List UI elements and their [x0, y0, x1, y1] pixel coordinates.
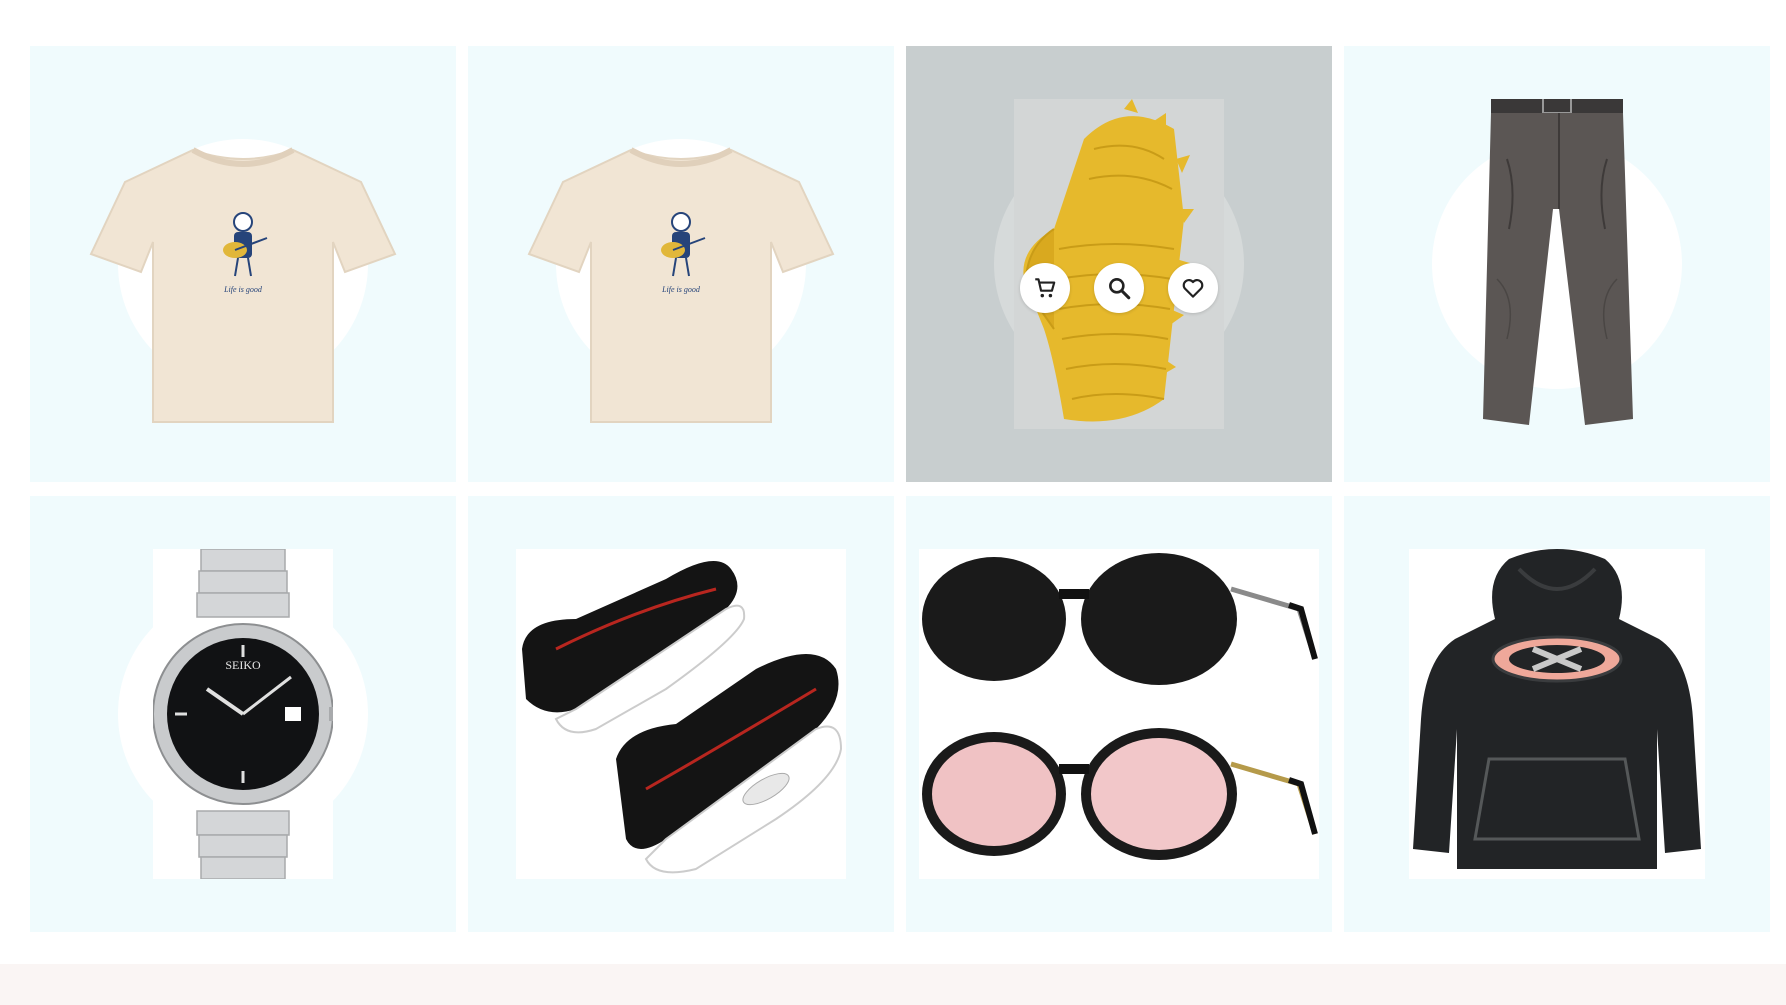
product-card-sunglasses[interactable] — [906, 496, 1332, 932]
heart-icon — [1182, 279, 1204, 298]
product-card-watch[interactable]: SEIKO — [30, 496, 456, 932]
product-card-sneakers[interactable] — [468, 496, 894, 932]
tshirt-image: Life is good — [89, 147, 397, 423]
quick-view-button[interactable] — [1094, 263, 1144, 313]
watch-image: SEIKO — [153, 549, 333, 879]
product-card-tshirt-2[interactable]: Life is good — [468, 46, 894, 482]
hoodie-image — [1409, 549, 1705, 879]
product-card-puffer-jacket[interactable] — [906, 46, 1332, 482]
sunglasses-image — [919, 549, 1319, 879]
product-card-pants[interactable] — [1344, 46, 1770, 482]
product-grid: Life is good Life is good SEIKO — [30, 46, 1772, 932]
tshirt-image: Life is good — [527, 147, 835, 423]
product-card-hoodie[interactable] — [1344, 496, 1770, 932]
search-icon — [1109, 278, 1131, 300]
sneakers-image — [516, 549, 846, 879]
shirt-print-text: Life is good — [223, 285, 263, 294]
add-to-cart-button[interactable] — [1020, 263, 1070, 313]
cart-icon — [1035, 278, 1056, 298]
pants-image — [1483, 99, 1633, 425]
hover-action-bar — [1020, 263, 1218, 313]
add-to-wishlist-button[interactable] — [1168, 263, 1218, 313]
shirt-print-text: Life is good — [661, 285, 701, 294]
watch-dial-brand: SEIKO — [225, 658, 261, 672]
product-card-tshirt-1[interactable]: Life is good — [30, 46, 456, 482]
footer-band — [0, 964, 1786, 1005]
